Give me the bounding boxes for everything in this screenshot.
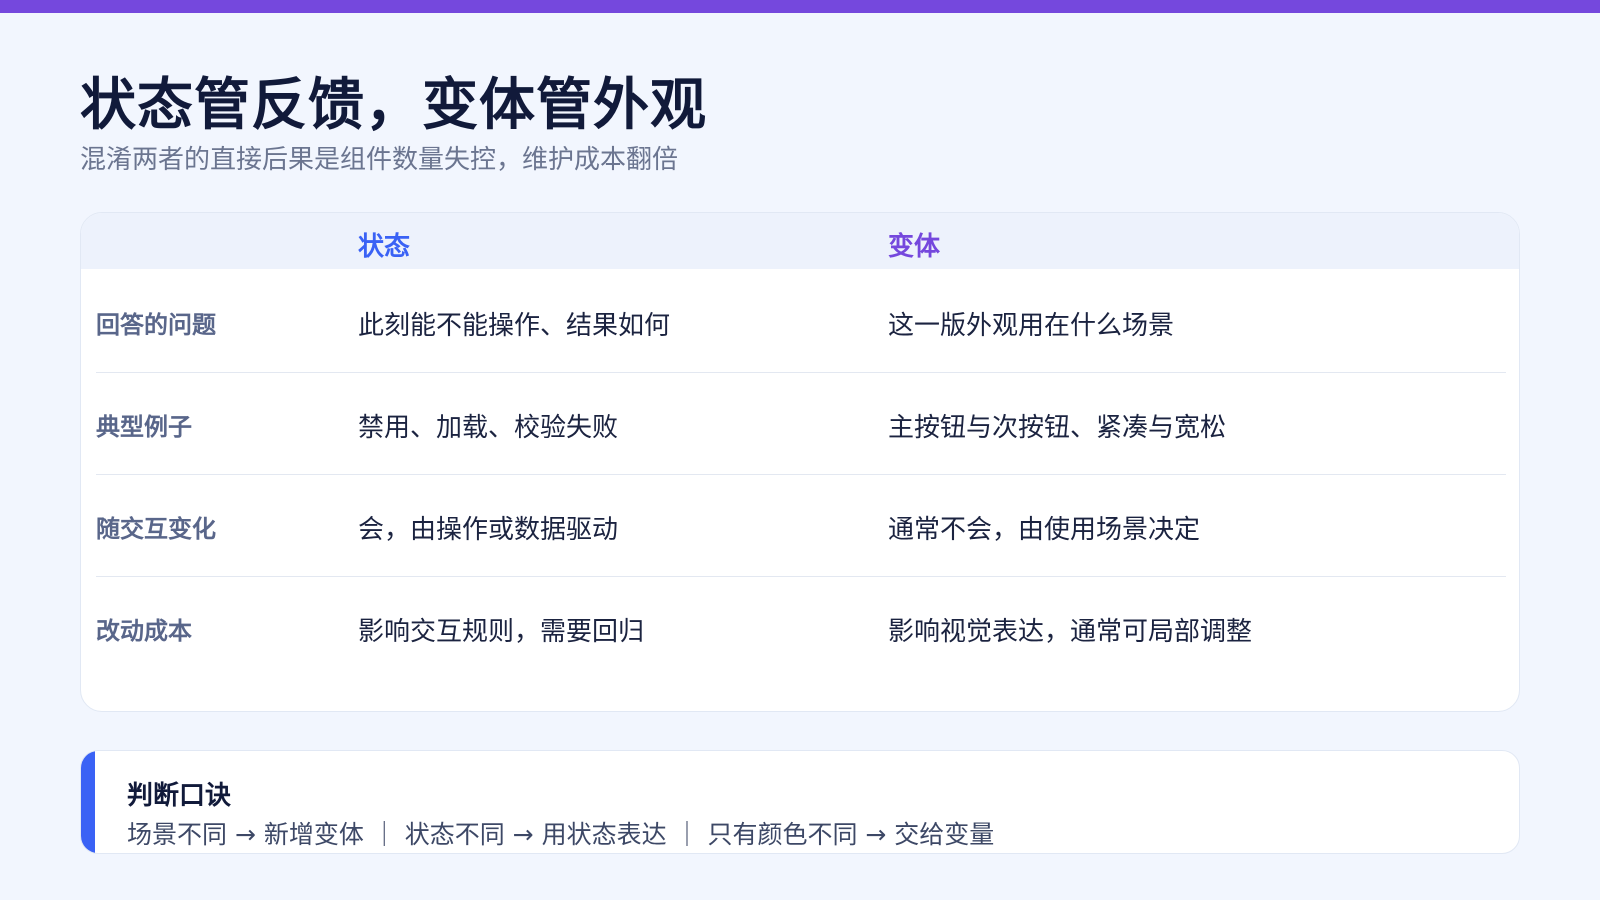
row-label: 回答的问题 (96, 311, 216, 339)
variant-cell: 通常不会，由使用场景决定 (888, 515, 1201, 545)
tip-body: 场景不同 → 新增变体 ｜ 状态不同 → 用状态表达 ｜ 只有颜色不同 → 交给… (127, 820, 995, 849)
table-row: 典型例子 禁用、加载、校验失败 主按钮与次按钮、紧凑与宽松 (96, 371, 1506, 475)
state-cell: 会，由操作或数据驱动 (358, 515, 619, 545)
row-label: 改动成本 (96, 617, 192, 645)
column-header-variant: 变体 (888, 232, 941, 262)
column-header-state: 状态 (358, 232, 411, 262)
rule-of-thumb-card: 判断口诀 场景不同 → 新增变体 ｜ 状态不同 → 用状态表达 ｜ 只有颜色不同… (80, 750, 1520, 854)
row-label: 典型例子 (96, 413, 192, 441)
variant-cell: 主按钮与次按钮、紧凑与宽松 (888, 413, 1227, 443)
table-row: 改动成本 影响交互规则，需要回归 影响视觉表达，通常可局部调整 (96, 575, 1506, 679)
tip-accent-bar (81, 751, 95, 853)
table-row: 回答的问题 此刻能不能操作、结果如何 这一版外观用在什么场景 (96, 269, 1506, 373)
top-accent-bar (0, 0, 1600, 13)
page-subtitle: 混淆两者的直接后果是组件数量失控，维护成本翻倍 (80, 145, 679, 175)
table-row: 随交互变化 会，由操作或数据驱动 通常不会，由使用场景决定 (96, 473, 1506, 577)
state-cell: 影响交互规则，需要回归 (358, 617, 645, 647)
variant-cell: 影响视觉表达，通常可局部调整 (888, 617, 1253, 647)
table-header: 状态 变体 (81, 213, 1519, 269)
row-label: 随交互变化 (96, 515, 216, 543)
state-cell: 禁用、加载、校验失败 (358, 413, 619, 443)
variant-cell: 这一版外观用在什么场景 (888, 311, 1175, 341)
comparison-table: 状态 变体 回答的问题 此刻能不能操作、结果如何 这一版外观用在什么场景 典型例… (80, 212, 1520, 712)
state-cell: 此刻能不能操作、结果如何 (358, 311, 671, 341)
tip-title: 判断口诀 (127, 781, 232, 811)
page-title: 状态管反馈，变体管外观 (80, 73, 707, 138)
